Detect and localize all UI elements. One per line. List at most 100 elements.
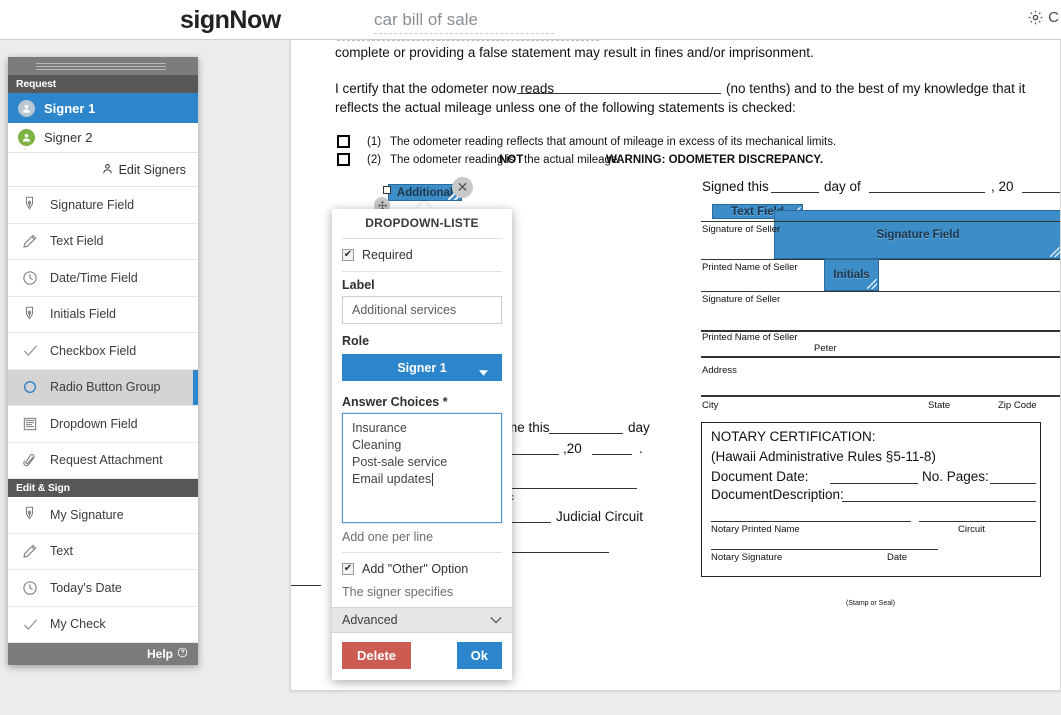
tool-text-field[interactable]: Text Field bbox=[8, 224, 198, 260]
tool-text[interactable]: Text bbox=[8, 534, 198, 570]
resize-grip-icon[interactable] bbox=[1050, 247, 1060, 257]
initials-field-widget-label: Initials bbox=[833, 269, 870, 281]
year-prefix-label: , 20 bbox=[991, 179, 1014, 194]
tool-radio-button-group[interactable]: Radio Button Group bbox=[8, 369, 198, 406]
required-checkbox[interactable]: ✔ bbox=[342, 249, 354, 261]
odometer-checkbox-1[interactable] bbox=[337, 135, 350, 148]
ok-button[interactable]: Ok bbox=[456, 642, 502, 669]
answer-choices-hint: Add one per line bbox=[342, 530, 434, 544]
tool-my-signature[interactable]: My Signature bbox=[8, 497, 198, 534]
day-text: day bbox=[628, 420, 650, 435]
dropdown-list-icon bbox=[22, 416, 50, 432]
doc-paragraph-1: complete or providing a false statement … bbox=[335, 45, 814, 60]
drag-line-2 bbox=[36, 66, 166, 67]
signature-of-seller-label-1: Signature of Seller bbox=[702, 224, 781, 235]
request-section-header: Request bbox=[8, 75, 198, 93]
signature-field-widget[interactable]: Signature Field bbox=[774, 210, 1060, 259]
popup-title: DROPDOWN-LISTE bbox=[365, 216, 479, 230]
tool-label: Dropdown Field bbox=[50, 416, 138, 431]
delete-button[interactable]: Delete bbox=[342, 642, 412, 669]
required-checkbox-row[interactable]: ✔ Required bbox=[332, 239, 512, 271]
tool-signature-field[interactable]: Signature Field bbox=[8, 187, 198, 224]
tool-label: My Signature bbox=[50, 507, 124, 522]
signer-item-2-label: Signer 2 bbox=[44, 130, 93, 145]
role-select[interactable]: Signer 1 bbox=[342, 354, 502, 381]
doc-paragraph-2c: reflects the actual mileage unless one o… bbox=[335, 100, 796, 115]
notary-circuit-line bbox=[919, 521, 1036, 522]
tool-checkbox-field[interactable]: Checkbox Field bbox=[8, 333, 198, 370]
resize-grip-icon[interactable] bbox=[867, 279, 877, 289]
city-label: City bbox=[702, 400, 719, 411]
answer-choices-textarea[interactable]: Insurance Cleaning Post-sale service Ema… bbox=[341, 412, 503, 524]
signer-item-1[interactable]: Signer 1 bbox=[8, 93, 198, 123]
tool-date-time-field[interactable]: Date/Time Field bbox=[8, 260, 198, 297]
tool-label: Initials Field bbox=[50, 307, 116, 322]
drag-line-3 bbox=[36, 69, 166, 70]
check-icon bbox=[22, 616, 50, 633]
month-blank bbox=[869, 192, 985, 193]
notary-certification-box: NOTARY CERTIFICATION: (Hawaii Administra… bbox=[701, 422, 1041, 577]
close-icon[interactable]: ✕ bbox=[452, 177, 473, 198]
edit-sign-section-header: Edit & Sign bbox=[8, 479, 198, 497]
field-properties-popup: DROPDOWN-LISTE ✔ Required Label Addition… bbox=[332, 209, 512, 680]
avatar-icon bbox=[18, 99, 35, 117]
tool-label: Request Attachment bbox=[50, 453, 163, 468]
tool-dropdown-field[interactable]: Dropdown Field bbox=[8, 406, 198, 443]
tool-request-attachment[interactable]: Request Attachment bbox=[8, 443, 198, 479]
clock-icon bbox=[22, 270, 50, 286]
help-button[interactable]: Help bbox=[8, 643, 198, 665]
role-heading: Role bbox=[342, 334, 370, 348]
notary-signature-label: Notary Signature bbox=[711, 552, 783, 563]
answer-choice-line: Email updates bbox=[352, 472, 432, 486]
peter-value: Peter bbox=[814, 343, 837, 354]
field-resize-handle[interactable] bbox=[383, 186, 391, 194]
tool-initials-field[interactable]: Initials Field bbox=[8, 297, 198, 333]
tool-my-check[interactable]: My Check bbox=[8, 607, 198, 643]
tools-panel: Request Signer 1 Signer 2 Edit Signers S… bbox=[8, 57, 198, 665]
printed-name-label-1: Printed Name of Seller bbox=[702, 262, 798, 273]
notary-rules: (Hawaii Administrative Rules §5-11-8) bbox=[711, 449, 936, 464]
year-blank bbox=[1022, 192, 1060, 193]
tool-label: Signature Field bbox=[50, 197, 135, 212]
page-top-dashed-rule bbox=[337, 40, 599, 41]
initials-field-widget[interactable]: Initials bbox=[824, 259, 879, 291]
advanced-section-toggle[interactable]: Advanced bbox=[332, 607, 512, 633]
gear-icon bbox=[1027, 9, 1044, 26]
other-option-checkbox-row[interactable]: ✔ Add "Other" Option bbox=[332, 553, 512, 585]
chevron-down-icon bbox=[490, 613, 502, 627]
notary-signature-line bbox=[711, 549, 938, 550]
settings-button[interactable]: C bbox=[1027, 9, 1059, 26]
signer-item-2[interactable]: Signer 2 bbox=[8, 123, 198, 153]
me-this-blank bbox=[549, 433, 623, 434]
other-option-hint: The signer specifies bbox=[342, 585, 454, 599]
tool-label: Text Field bbox=[50, 234, 104, 249]
notary-document-description-blank bbox=[842, 501, 1036, 502]
tool-label: Checkbox Field bbox=[50, 343, 137, 358]
other-option-checkbox[interactable]: ✔ bbox=[342, 563, 354, 575]
edit-signers-button[interactable]: Edit Signers bbox=[8, 153, 198, 187]
settings-label: C bbox=[1048, 9, 1059, 26]
signer-item-1-label: Signer 1 bbox=[44, 100, 96, 116]
seller-sig-line-2 bbox=[701, 291, 1060, 292]
stamp-or-seal-label: (Stamp or Seal) bbox=[846, 600, 896, 607]
odometer-check2-text-a: The odometer reading is bbox=[390, 154, 515, 166]
odometer-check2-warning: WARNING: ODOMETER DISCREPANCY. bbox=[606, 154, 824, 166]
tool-label: Date/Time Field bbox=[50, 270, 138, 285]
seller-sig-line-1 bbox=[701, 221, 1060, 222]
document-title[interactable]: car bill of sale bbox=[374, 10, 478, 30]
tool-todays-date[interactable]: Today's Date bbox=[8, 570, 198, 607]
panel-drag-handle[interactable] bbox=[8, 57, 198, 75]
edit-signers-label: Edit Signers bbox=[118, 162, 186, 177]
text-cursor bbox=[432, 473, 434, 486]
advanced-label: Advanced bbox=[342, 613, 398, 627]
field-badge[interactable]: Additional bbox=[388, 184, 462, 201]
label-input[interactable]: Additional services bbox=[342, 296, 502, 324]
pencil-icon bbox=[22, 233, 50, 249]
person-icon bbox=[101, 162, 114, 178]
notary-printed-name-label: Notary Printed Name bbox=[711, 524, 800, 535]
odometer-checkbox-2[interactable] bbox=[337, 153, 350, 166]
field-badge-label: Additional bbox=[396, 186, 454, 199]
avatar-icon bbox=[18, 129, 35, 146]
signnow-logo: signNow bbox=[180, 6, 281, 34]
answer-choices-heading: Answer Choices * bbox=[342, 395, 448, 409]
